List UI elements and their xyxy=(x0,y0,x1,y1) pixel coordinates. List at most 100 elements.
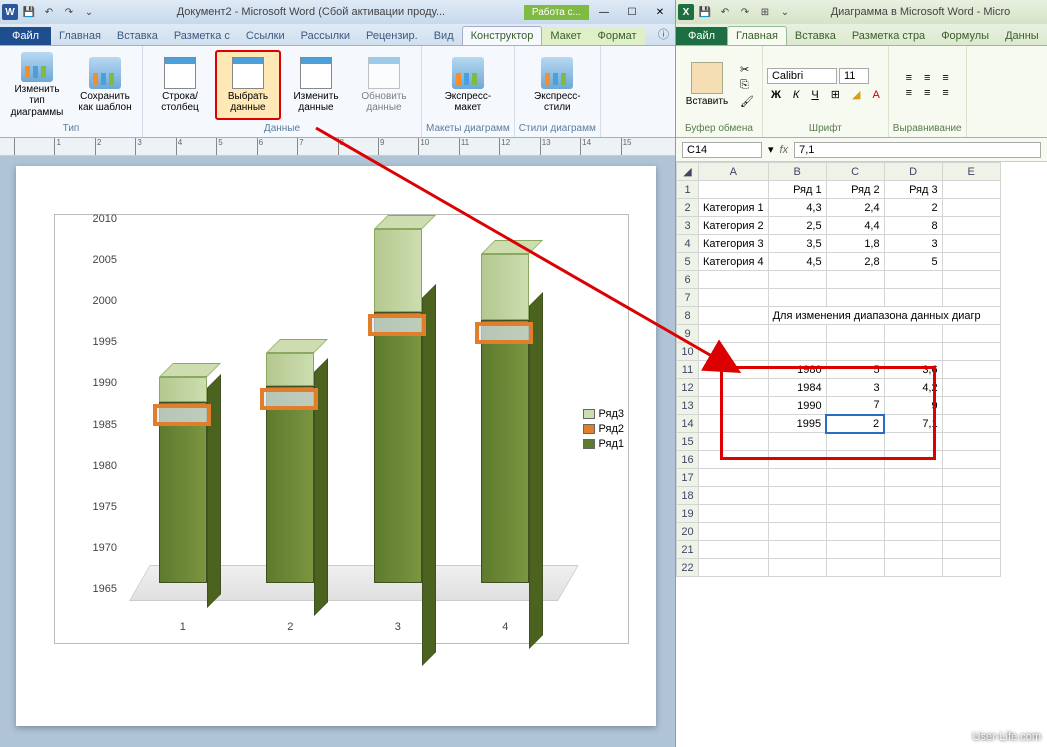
cell[interactable]: 7 xyxy=(826,397,884,415)
cell[interactable] xyxy=(699,361,769,379)
cell[interactable] xyxy=(884,289,942,307)
align-left-button[interactable]: ≡ xyxy=(902,86,916,100)
cell[interactable] xyxy=(884,433,942,451)
cell[interactable] xyxy=(826,505,884,523)
row-header[interactable]: 1 xyxy=(677,181,699,199)
qat-save-icon[interactable]: 💾 xyxy=(20,3,38,21)
col-header[interactable]: C xyxy=(826,163,884,181)
cell[interactable]: 1,8 xyxy=(826,235,884,253)
cell[interactable] xyxy=(699,379,769,397)
border-button[interactable]: ⊞ xyxy=(827,87,844,102)
row-header[interactable]: 12 xyxy=(677,379,699,397)
row-header[interactable]: 10 xyxy=(677,343,699,361)
cell[interactable] xyxy=(942,253,1000,271)
cell[interactable]: 3,6 xyxy=(884,361,942,379)
tab-home[interactable]: Главная xyxy=(727,26,787,45)
qat-redo-icon[interactable]: ↷ xyxy=(60,3,78,21)
cell[interactable] xyxy=(942,397,1000,415)
maximize-button[interactable]: ☐ xyxy=(619,3,645,21)
cell[interactable] xyxy=(942,181,1000,199)
qat-customize-icon[interactable]: ⌄ xyxy=(80,3,98,21)
fill-color-button[interactable]: ◢ xyxy=(848,87,864,102)
cell[interactable] xyxy=(942,469,1000,487)
cell[interactable]: Категория 2 xyxy=(699,217,769,235)
cell[interactable] xyxy=(768,451,826,469)
cell[interactable]: 5 xyxy=(826,361,884,379)
cell[interactable] xyxy=(699,415,769,433)
tab-page-layout[interactable]: Разметка стра xyxy=(844,27,933,45)
cell[interactable] xyxy=(942,361,1000,379)
tab-chart-layout[interactable]: Макет xyxy=(542,27,589,45)
qat-redo-icon[interactable]: ↷ xyxy=(736,3,754,21)
row-header[interactable]: 15 xyxy=(677,433,699,451)
quick-layout-button[interactable]: Экспресс-макет xyxy=(435,50,501,120)
horizontal-ruler[interactable]: 123456789101112131415 xyxy=(0,138,675,156)
tab-layout[interactable]: Разметка с xyxy=(166,27,238,45)
row-header[interactable]: 5 xyxy=(677,253,699,271)
align-center-button[interactable]: ≡ xyxy=(920,86,934,100)
quick-styles-button[interactable]: Экспресс-стили xyxy=(524,50,590,120)
col-header[interactable]: B xyxy=(768,163,826,181)
cell[interactable] xyxy=(699,523,769,541)
cell[interactable] xyxy=(942,559,1000,577)
font-name-input[interactable] xyxy=(767,68,837,84)
font-color-button[interactable]: A xyxy=(868,87,883,102)
cell[interactable] xyxy=(942,433,1000,451)
cell[interactable] xyxy=(942,379,1000,397)
cell[interactable] xyxy=(699,397,769,415)
cell[interactable] xyxy=(884,541,942,559)
cell[interactable] xyxy=(768,325,826,343)
formula-bar[interactable] xyxy=(794,142,1041,158)
col-header[interactable]: D xyxy=(884,163,942,181)
cell[interactable] xyxy=(699,487,769,505)
tab-formulas[interactable]: Формулы xyxy=(933,27,997,45)
cell[interactable] xyxy=(884,487,942,505)
italic-button[interactable]: К xyxy=(789,87,803,102)
minimize-button[interactable]: — xyxy=(591,3,617,21)
tab-insert[interactable]: Вставка xyxy=(109,27,166,45)
cell[interactable]: Категория 4 xyxy=(699,253,769,271)
tab-data[interactable]: Данны xyxy=(997,27,1047,45)
cell[interactable]: 3,5 xyxy=(768,235,826,253)
cell[interactable]: 4,5 xyxy=(768,253,826,271)
cell[interactable] xyxy=(942,235,1000,253)
col-header[interactable]: E xyxy=(942,163,1000,181)
refresh-data-button[interactable]: Обновить данные xyxy=(351,50,417,120)
cell[interactable] xyxy=(884,325,942,343)
close-button[interactable]: ✕ xyxy=(647,3,673,21)
cell[interactable] xyxy=(768,559,826,577)
tab-insert[interactable]: Вставка xyxy=(787,27,844,45)
tab-view[interactable]: Вид xyxy=(426,27,462,45)
row-header[interactable]: 6 xyxy=(677,271,699,289)
cell[interactable] xyxy=(699,451,769,469)
cell[interactable] xyxy=(768,487,826,505)
cell[interactable]: 2,4 xyxy=(826,199,884,217)
cell[interactable]: 4,2 xyxy=(884,379,942,397)
tab-design[interactable]: Конструктор xyxy=(462,26,543,45)
cell[interactable] xyxy=(826,559,884,577)
cell[interactable] xyxy=(826,343,884,361)
cell[interactable]: 3 xyxy=(884,235,942,253)
cell[interactable] xyxy=(942,289,1000,307)
row-header[interactable]: 9 xyxy=(677,325,699,343)
switch-row-col-button[interactable]: Строка/столбец xyxy=(147,50,213,120)
cell[interactable]: 9 xyxy=(884,397,942,415)
cell[interactable] xyxy=(826,325,884,343)
row-header[interactable]: 21 xyxy=(677,541,699,559)
embedded-chart[interactable]: 1965197019751980198519901995200020052010… xyxy=(54,214,629,644)
page[interactable]: 1965197019751980198519901995200020052010… xyxy=(16,166,656,726)
bold-button[interactable]: Ж xyxy=(767,87,785,102)
cell[interactable] xyxy=(699,181,769,199)
cell[interactable] xyxy=(826,541,884,559)
name-box[interactable] xyxy=(682,142,762,158)
cell[interactable] xyxy=(699,433,769,451)
cell[interactable] xyxy=(942,505,1000,523)
cut-button[interactable]: ✂ xyxy=(736,62,758,77)
cell[interactable] xyxy=(884,271,942,289)
cell[interactable]: 3 xyxy=(826,379,884,397)
cell[interactable] xyxy=(768,505,826,523)
cell[interactable] xyxy=(826,433,884,451)
cell[interactable] xyxy=(826,271,884,289)
name-box-dropdown-icon[interactable]: ▾ xyxy=(768,143,774,156)
cell[interactable]: Ряд 2 xyxy=(826,181,884,199)
